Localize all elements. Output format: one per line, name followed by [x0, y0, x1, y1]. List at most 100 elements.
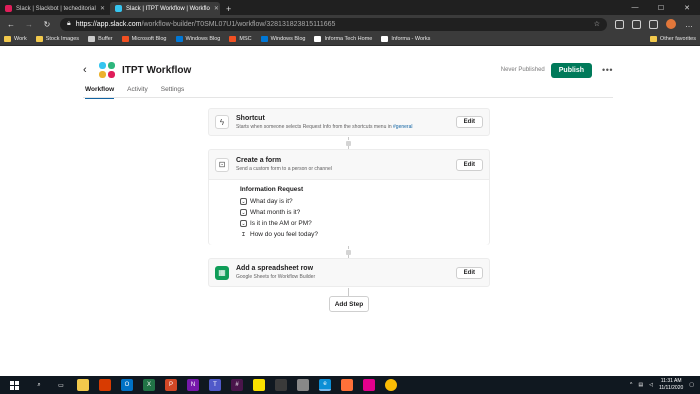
search-icon[interactable]: ⌕	[33, 379, 45, 391]
bookmark-informa-works[interactable]: Informa - Works	[381, 36, 430, 42]
step-description: Send a custom form to a person or channe…	[236, 166, 332, 172]
edit-shortcut-button[interactable]: Edit	[455, 116, 483, 128]
bookmark-microsoft-blog[interactable]: Microsoft Blog	[121, 36, 167, 42]
bookmark-work[interactable]: Work	[4, 36, 27, 42]
url-host: https://app.slack.com	[75, 20, 142, 28]
bookmark-stock-images[interactable]: Stock Images	[35, 36, 79, 42]
slack-icon[interactable]: #	[231, 379, 243, 391]
step-create-form[interactable]: ⊡ Create a form Send a custom form to a …	[208, 149, 490, 245]
sticky-notes-icon[interactable]	[253, 379, 265, 391]
menu-dots-icon[interactable]: …	[684, 20, 694, 29]
bookmark-msc[interactable]: MSC	[229, 36, 252, 42]
task-view-icon[interactable]: ▭	[55, 379, 67, 391]
microsoft-icon	[121, 36, 129, 42]
channel-link[interactable]: #general	[393, 124, 412, 130]
workflow-header: ‹ ITPT Workflow Never Published Publish …	[83, 60, 613, 80]
buffer-icon	[88, 36, 96, 42]
system-tray: ^ ▤ ◁ 11:31 AM 11/11/2020 ▢	[630, 378, 700, 392]
minimize-icon[interactable]: —	[622, 0, 648, 15]
tab-title: Slack | ITPT Workflow | Workflo	[126, 5, 210, 12]
bookmarks-bar: Work Stock Images Buffer Microsoft Blog …	[0, 33, 700, 46]
step-shortcut[interactable]: ϟ Shortcut Starts when someone selects R…	[208, 108, 490, 136]
slack-favicon-icon	[5, 5, 12, 12]
step-spreadsheet-row[interactable]: ▦ Add a spreadsheet row Google Sheets fo…	[208, 258, 490, 287]
windows-taskbar: ⌕ ▭ O X P N T # e ^ ▤ ◁ 11:31 AM 11/11/2…	[0, 376, 700, 394]
window-controls: — ☐ ✕	[622, 0, 700, 15]
add-step-button[interactable]: Add Step	[329, 296, 369, 312]
bookmark-informa-tech-home[interactable]: Informa Tech Home	[314, 36, 372, 42]
step-description: Starts when someone selects Request Info…	[236, 123, 413, 130]
browser-tab-slackbot[interactable]: Slack | Slackbot | techeditorial ✕	[0, 2, 110, 15]
step-title: Shortcut	[236, 114, 265, 122]
informa-icon	[381, 36, 389, 42]
step-description: Google Sheets for Workflow Builder	[236, 274, 316, 280]
form-icon: ⊡	[215, 157, 229, 172]
publish-button[interactable]: Publish	[550, 62, 593, 78]
informa-icon	[314, 36, 322, 42]
step-title: Create a form	[236, 157, 282, 164]
dropdown-icon: ⌄	[240, 198, 247, 205]
windows-icon	[260, 36, 268, 42]
edit-spreadsheet-button[interactable]: Edit	[455, 266, 483, 279]
bookmark-windows-blog-2[interactable]: Windows Blog	[260, 36, 305, 42]
edge-icon[interactable]: e	[319, 379, 331, 391]
photos-icon[interactable]	[275, 379, 287, 391]
form-question: ⌄ What day is it?	[240, 198, 293, 205]
form-question: ⌄ Is it in the AM or PM?	[240, 220, 312, 227]
more-options-icon[interactable]: •••	[602, 65, 613, 75]
edit-form-button[interactable]: Edit	[455, 158, 483, 171]
snipping-tool-icon[interactable]	[297, 379, 309, 391]
close-tab-icon[interactable]: ✕	[214, 5, 219, 12]
firefox-icon[interactable]	[341, 379, 353, 391]
network-icon[interactable]: ▤	[638, 382, 643, 388]
maximize-icon[interactable]: ☐	[648, 0, 674, 15]
volume-icon[interactable]: ◁	[649, 382, 653, 388]
chevron-up-icon[interactable]: ^	[630, 382, 632, 388]
extension-icon[interactable]	[632, 19, 641, 29]
refresh-icon[interactable]: ↻	[42, 20, 52, 29]
share-icon[interactable]	[649, 19, 658, 29]
windows-start-icon[interactable]	[10, 380, 19, 390]
favorite-star-icon[interactable]: ☆	[594, 20, 600, 28]
powerpoint-icon[interactable]: P	[165, 379, 177, 391]
browser-tab-workflow[interactable]: Slack | ITPT Workflow | Workflo ✕	[110, 2, 220, 15]
text-field-icon: Ꮖ	[241, 231, 246, 238]
tab-title: Slack | Slackbot | techeditorial	[16, 5, 96, 12]
excel-icon[interactable]: X	[143, 379, 155, 391]
app-icon[interactable]	[363, 379, 375, 391]
collections-icon[interactable]	[615, 19, 624, 29]
browser-tab-bar: Slack | Slackbot | techeditorial ✕ Slack…	[0, 0, 700, 15]
back-arrow-icon[interactable]: ←	[6, 20, 16, 29]
close-tab-icon[interactable]: ✕	[100, 5, 105, 12]
bookmark-windows-blog[interactable]: Windows Blog	[175, 36, 220, 42]
clock-time: 11:31 AM	[660, 378, 682, 384]
new-tab-button[interactable]: +	[220, 2, 237, 15]
forward-arrow-icon[interactable]: →	[24, 20, 34, 29]
dropdown-icon: ⌄	[240, 220, 247, 227]
onenote-icon[interactable]: N	[187, 379, 199, 391]
publish-status: Never Published	[500, 67, 545, 73]
file-explorer-icon[interactable]	[77, 379, 89, 391]
folder-icon	[35, 36, 43, 42]
clock-date: 11/11/2020	[658, 385, 684, 391]
teams-icon[interactable]: T	[209, 379, 221, 391]
back-chevron-icon[interactable]: ‹	[83, 64, 95, 76]
google-sheets-icon: ▦	[215, 265, 229, 280]
step-title: Add a spreadsheet row	[236, 265, 314, 272]
outlook-icon[interactable]: O	[121, 379, 133, 391]
office-icon[interactable]	[99, 379, 111, 391]
clock[interactable]: 11:31 AM 11/11/2020	[659, 378, 683, 392]
windows-icon	[175, 36, 183, 42]
bookmark-buffer[interactable]: Buffer	[88, 36, 113, 42]
lock-icon: 🔒︎	[67, 20, 71, 27]
form-name: Information Request	[240, 186, 304, 193]
bookmark-other-favorites[interactable]: Other favorites	[649, 36, 696, 42]
tabs-divider	[83, 97, 613, 98]
chrome-icon[interactable]	[385, 379, 397, 391]
profile-avatar[interactable]	[666, 19, 676, 29]
close-window-icon[interactable]: ✕	[674, 0, 700, 15]
form-question: ⌄ What month is it?	[240, 209, 301, 216]
url-bar[interactable]: 🔒︎ https://app.slack.com/workflow-builde…	[60, 17, 607, 31]
notifications-icon[interactable]: ▢	[689, 382, 694, 388]
form-question: Ꮖ How do you feel today?	[241, 231, 318, 238]
